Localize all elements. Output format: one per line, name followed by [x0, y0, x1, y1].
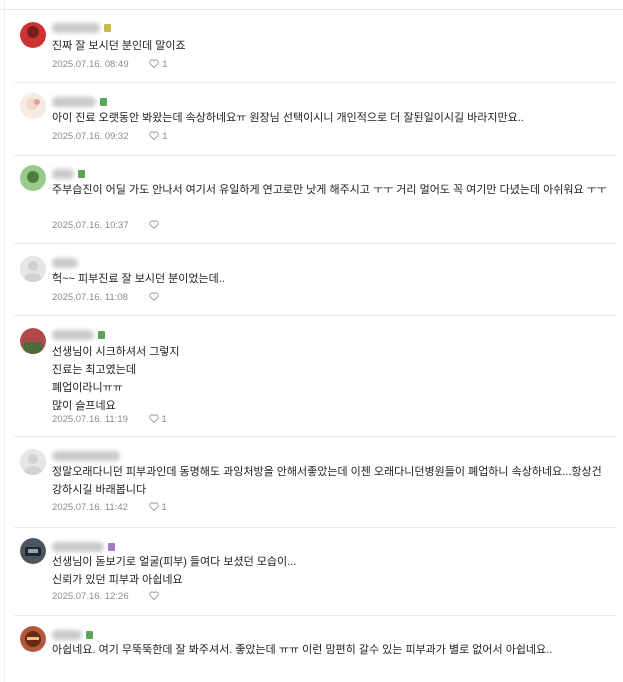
comment-date: 2025.07.16. 12:26: [52, 591, 129, 602]
comment-item: 아이 진료 오랫동안 봐왔는데 속상하네요ㅠ 원장님 선택이시니 개인적으로 더…: [14, 83, 616, 156]
heart-icon: [148, 292, 159, 301]
comment-meta: 2025.07.16. 11:42 1: [52, 501, 167, 515]
author-nickname-blurred[interactable]: [52, 254, 78, 268]
comment-date: 2025.07.16. 11:19: [52, 414, 128, 425]
author-nickname-blurred[interactable]: [52, 19, 111, 33]
like-button[interactable]: [149, 590, 162, 604]
grade-badge-icon: [78, 169, 85, 178]
comment-text: 선생님이 시크하셔서 그렇지 진료는 최고였는데 폐업이라니ㅠㅠ 많이 슬프네요: [52, 346, 180, 412]
top-divider: [0, 0, 623, 10]
author-nickname-blurred[interactable]: [52, 326, 105, 340]
like-button[interactable]: 1: [148, 501, 167, 515]
comment-meta: 2025.07.16. 10:37: [52, 219, 162, 233]
like-button[interactable]: [149, 219, 162, 233]
like-button[interactable]: [148, 291, 162, 305]
author-nickname-blurred[interactable]: [52, 538, 115, 552]
avatar[interactable]: [20, 449, 46, 475]
grade-badge-icon: [86, 630, 93, 639]
avatar[interactable]: [20, 328, 46, 354]
comment-item: 진짜 잘 보시던 분인데 말이죠 2025.07.16. 08:49 1: [14, 10, 616, 83]
left-border: [4, 0, 5, 682]
comment-date: 2025.07.16. 08:49: [52, 59, 129, 70]
comment-meta: 2025.07.16. 08:49 1: [52, 58, 168, 72]
comment-text: 선생님이 돋보기로 얼굴(피부) 들여다 보셨던 모습이... 신뢰가 있던 피…: [52, 556, 297, 586]
avatar[interactable]: [20, 165, 46, 191]
comment-text: 주부습진이 어딜 가도 안나서 여기서 유일하게 연고로만 낫게 해주시고 ㅜㅜ…: [52, 184, 607, 196]
comment-date: 2025.07.16. 10:37: [52, 220, 129, 231]
like-count: 1: [161, 414, 167, 425]
comment-item: 주부습진이 어딜 가도 안나서 여기서 유일하게 연고로만 낫게 해주시고 ㅜㅜ…: [14, 156, 616, 244]
like-count: 1: [162, 59, 168, 70]
like-count: 1: [162, 131, 168, 142]
heart-icon: [148, 502, 159, 511]
comment-item: 선생님이 돋보기로 얼굴(피부) 들여다 보셨던 모습이... 신뢰가 있던 피…: [14, 528, 616, 616]
heart-icon: [149, 59, 159, 68]
comment-date: 2025.07.16. 09:32: [52, 131, 129, 142]
author-nickname-blurred[interactable]: [52, 447, 120, 461]
avatar[interactable]: [20, 256, 46, 282]
like-button[interactable]: 1: [148, 413, 167, 427]
comment-item: 아쉽네요. 여기 무뚝뚝한데 잘 봐주셔서. 좋았는데 ㅠㅠ 이런 맘편히 갈수…: [14, 616, 616, 682]
grade-badge-icon: [108, 542, 115, 551]
comment-meta: 2025.07.16. 11:08: [52, 291, 162, 305]
comment-date: 2025.07.16. 11:08: [52, 292, 128, 303]
comment-text: 진짜 잘 보시던 분인데 말이죠: [52, 40, 186, 52]
comment-item: 정말오래다니던 피부과인데 동명해도 과잉처방을 안해서좋았는데 이젠 오래다니…: [14, 437, 616, 528]
comment-meta: 2025.07.16. 11:19 1: [52, 413, 167, 427]
comment-text: 헉~~ 피부진료 잘 보시던 분이었는데..: [52, 273, 225, 285]
comment-text: 아이 진료 오랫동안 봐왔는데 속상하네요ㅠ 원장님 선택이시니 개인적으로 더…: [52, 112, 524, 124]
comment-item: 선생님이 시크하셔서 그렇지 진료는 최고였는데 폐업이라니ㅠㅠ 많이 슬프네요…: [14, 316, 616, 437]
comment-text: 아쉽네요. 여기 무뚝뚝한데 잘 봐주셔서. 좋았는데 ㅠㅠ 이런 맘편히 갈수…: [52, 644, 553, 656]
grade-badge-icon: [98, 330, 105, 339]
avatar[interactable]: [20, 22, 46, 48]
comment-item: 헉~~ 피부진료 잘 보시던 분이었는데.. 2025.07.16. 11:08: [14, 244, 616, 316]
comment-text: 정말오래다니던 피부과인데 동명해도 과잉처방을 안해서좋았는데 이젠 오래다니…: [52, 466, 602, 496]
heart-icon: [149, 131, 159, 140]
heart-icon: [149, 591, 159, 600]
grade-badge-icon: [100, 97, 107, 106]
avatar[interactable]: [20, 626, 46, 652]
avatar[interactable]: [20, 538, 46, 564]
like-button[interactable]: 1: [149, 58, 168, 72]
heart-icon: [149, 220, 159, 229]
author-nickname-blurred[interactable]: [52, 93, 107, 107]
author-nickname-blurred[interactable]: [52, 165, 85, 179]
author-nickname-blurred[interactable]: [52, 626, 93, 640]
comment-date: 2025.07.16. 11:42: [52, 502, 128, 513]
comment-meta: 2025.07.16. 09:32 1: [52, 130, 168, 144]
comment-meta: 2025.07.16. 12:26: [52, 590, 162, 604]
like-count: 1: [161, 502, 167, 513]
comment-list-page: 진짜 잘 보시던 분인데 말이죠 2025.07.16. 08:49 1 아이 …: [0, 0, 623, 682]
grade-badge-icon: [104, 23, 111, 32]
like-button[interactable]: 1: [149, 130, 168, 144]
avatar[interactable]: [20, 93, 46, 119]
heart-icon: [148, 414, 159, 423]
